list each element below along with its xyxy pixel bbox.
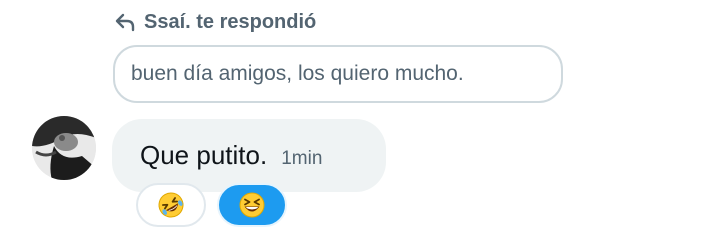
reply-header-label: Ssaí. te respondió	[144, 10, 317, 33]
message-bubble[interactable]: Que putito. 1min	[112, 119, 386, 192]
message-timestamp: 1min	[281, 147, 323, 169]
reaction-grinning-squinting[interactable]	[217, 183, 287, 227]
quoted-message[interactable]: buen día amigos, los quiero mucho.	[113, 45, 563, 103]
quoted-message-text: buen día amigos, los quiero mucho.	[131, 62, 464, 85]
reply-header: Ssaí. te respondió	[114, 9, 316, 35]
user-avatar[interactable]	[32, 116, 96, 180]
message-text: Que putito.	[140, 140, 268, 170]
rolling-on-floor-laughing-icon	[158, 192, 184, 218]
grinning-squinting-face-icon	[239, 192, 265, 218]
reply-arrow-icon	[114, 12, 136, 32]
reaction-rolling-laughing[interactable]	[136, 183, 206, 227]
